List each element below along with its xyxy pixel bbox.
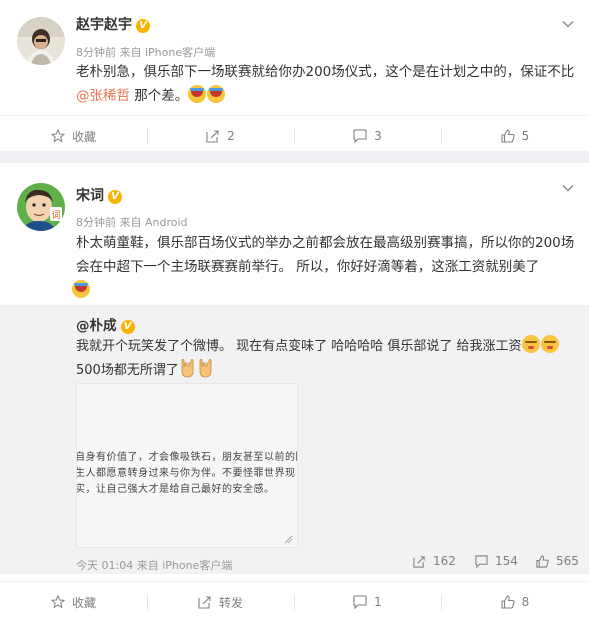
favorite-button[interactable]: 收藏 [0,116,147,156]
post-meta: 8分钟前 来自 iPhone客户端 [76,46,216,59]
thumbs-up-icon [536,554,549,568]
action-bar: 收藏 转发 1 8 [0,581,589,621]
star-icon [50,129,65,143]
repost-like-count[interactable]: 565 [536,553,579,569]
comment-count-value: 154 [495,554,518,568]
card-divider [0,151,589,163]
svg-text:词: 词 [51,210,60,221]
comment-count: 3 [374,129,382,143]
comment-icon [475,554,488,568]
comment-icon [353,595,367,609]
comment-icon [353,129,367,143]
comment-count: 1 [374,595,382,609]
repost-button[interactable]: 转发 [147,582,294,622]
post-text: 老朴别急，俱乐部下一场联赛就给你办200场仪式，这个是在计划之中的，保证不比 @张… [76,60,581,108]
verified-icon: V [108,190,122,204]
repost-username-text[interactable]: @朴成 [76,318,117,334]
like-count-value: 565 [556,554,579,568]
post-meta: 8分钟前 来自 Android [76,216,188,229]
chevron-down-icon[interactable] [561,17,575,31]
repost-username[interactable]: @朴成 V [76,314,135,334]
repost-comment-count[interactable]: 154 [475,553,518,569]
reposted-weibo[interactable]: @朴成 V 我就开个玩笑发了个微博。 现在有点变味了 哈哈哈哈 俱乐部说了 给我涨… [0,305,589,574]
emoji-laugh-cry [207,85,226,103]
avatar-photo [17,17,65,65]
weibo-comment-card: 赵宇赵宇 V 8分钟前 来自 iPhone客户端 老朴别急，俱乐部下一场联赛就给你… [0,0,589,151]
post-text-part: 老朴别急，俱乐部下一场联赛就给你办200场仪式，这个是在计划之中的，保证不比 [76,64,575,80]
favorite-label: 收藏 [71,129,96,144]
repost-icon [206,130,219,143]
post-text: 朴太萌童鞋，俱乐部百场仪式的举办之前都会放在最高级别赛事搞，所以你的200场会在… [72,231,581,303]
emoji-rock-hand [199,358,212,378]
repost-button[interactable]: 2 [147,116,294,156]
repost-count: 2 [227,129,235,143]
chevron-down-icon[interactable] [561,181,575,195]
repost-text-part: 我就开个玩笑发了个微博。 现在有点变味了 哈哈哈哈 俱乐部说了 给我涨工资 [76,339,522,354]
username[interactable]: 宋词 V [76,185,122,205]
emoji-sleepy [521,335,540,353]
thumbs-up-icon [501,129,515,143]
repost-icon [198,596,211,609]
verified-icon: V [120,320,135,334]
action-bar: 收藏 2 3 5 [0,115,589,155]
image-text-line: 自身有价值了，才会像吸铁石，朋友甚至以前的陌 [76,452,298,463]
mention-link[interactable]: @张稀哲 [76,88,130,104]
avatar[interactable]: 词 [17,183,65,231]
image-text-line: 生人都愿意转身过来与你为伴。不要怪罪世界现 [76,468,296,479]
emoji-laugh-cry [72,280,90,298]
username-text[interactable]: 赵宇赵宇 [76,17,132,33]
repost-text: 我就开个玩笑发了个微博。 现在有点变味了 哈哈哈哈 俱乐部说了 给我涨工资 500… [76,335,576,382]
expand-icon[interactable] [284,535,293,544]
like-button[interactable]: 8 [441,582,589,622]
repost-meta: 今天 01:04 来自 iPhone客户端 [76,559,233,572]
emoji-sleepy [540,335,559,353]
repost-repost-count[interactable]: 162 [413,553,456,569]
avatar-cartoon: 词 [17,183,65,231]
thumbs-up-icon [501,595,515,609]
comment-button[interactable]: 3 [294,116,441,156]
username[interactable]: 赵宇赵宇 V [76,14,150,34]
emoji-laugh-cry [188,85,207,103]
weibo-comment-card: 词 宋词 V 8分钟前 来自 Android 朴太萌童鞋，俱乐部百场仪式的举办之前… [0,163,589,619]
star-icon [50,595,65,609]
post-text-part: 朴太萌童鞋，俱乐部百场仪式的举办之前都会放在最高级别赛事搞，所以你的200场会在… [76,235,575,275]
image-text-line: 实，让自己强大才是给自己最好的安全感。 [76,484,275,495]
repost-image[interactable]: 自身有价值了，才会像吸铁石，朋友甚至以前的陌 生人都愿意转身过来与你为伴。不要怪… [76,383,298,548]
repost-icon [413,555,425,568]
emoji-rock-hand [181,358,194,378]
like-count: 5 [521,129,530,143]
emoji-row [72,279,581,303]
repost-count-value: 162 [433,554,456,568]
verified-icon: V [136,19,150,33]
favorite-button[interactable]: 收藏 [0,582,147,622]
comment-button[interactable]: 1 [294,582,441,622]
like-count: 8 [521,595,530,609]
post-text-part: 那个差。 [130,88,189,104]
repost-text-part: 500场都无所谓了 [76,363,179,378]
repost-label: 转发 [218,595,243,610]
favorite-label: 收藏 [71,595,96,610]
like-button[interactable]: 5 [441,116,589,156]
image-text: 自身有价值了，才会像吸铁石，朋友甚至以前的陌 生人都愿意转身过来与你为伴。不要怪… [76,450,298,498]
avatar[interactable] [17,17,65,65]
username-text[interactable]: 宋词 [76,188,104,204]
